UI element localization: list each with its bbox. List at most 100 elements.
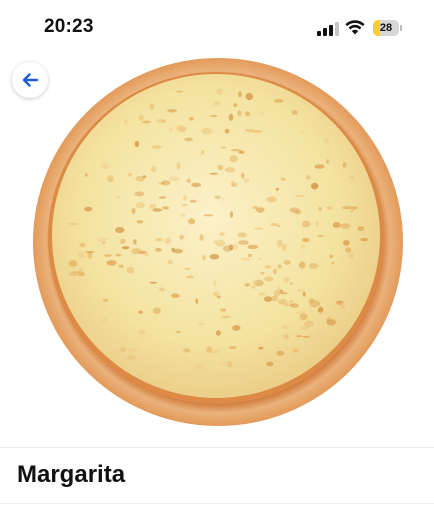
cheese-spot <box>230 148 242 152</box>
cheese-spot <box>237 232 247 238</box>
cheese-spot <box>201 149 205 155</box>
cheese-spot <box>209 172 219 175</box>
cheese-spot <box>277 298 288 305</box>
cheese-spot <box>283 260 291 265</box>
cheese-spot <box>330 261 335 265</box>
cheese-spot <box>152 307 161 314</box>
cheese-spot <box>299 313 308 321</box>
cheese-spot <box>199 234 204 241</box>
cheese-spot <box>302 335 311 338</box>
cheese-spot <box>360 237 369 242</box>
cheese-spot <box>176 331 181 333</box>
cheese-spot <box>217 164 224 171</box>
cheese-spot <box>77 251 86 259</box>
cheese-spot <box>167 109 178 113</box>
wifi-icon <box>345 20 365 35</box>
cheese-spot <box>137 329 146 336</box>
back-button[interactable] <box>12 62 48 98</box>
cheese-spot <box>203 214 214 217</box>
cheese-spot <box>201 127 213 135</box>
cheese-spot <box>96 237 108 242</box>
cheese-spot <box>144 252 149 257</box>
cheese-spot <box>266 361 274 367</box>
cheese-spot <box>299 131 304 134</box>
cheese-spot <box>131 248 142 255</box>
cheese-spot <box>224 128 230 134</box>
cheese-spot <box>233 103 238 108</box>
cheese-spot <box>283 276 290 283</box>
cheese-spot <box>202 254 206 261</box>
cheese-spot <box>72 271 81 274</box>
cheese-spot <box>342 162 347 168</box>
cheese-spot <box>209 253 220 260</box>
cheese-spot <box>175 90 184 93</box>
cheese-spot <box>264 276 274 282</box>
cheese-spot <box>238 240 249 245</box>
cheese-spot <box>179 235 185 240</box>
cheese-spot <box>318 311 329 316</box>
cheese-spot <box>159 287 165 292</box>
cheese-spot <box>156 118 167 123</box>
battery-body: 28 <box>373 20 399 36</box>
cheese-spot <box>237 110 242 117</box>
status-bar: 20:23 28 <box>0 0 434 56</box>
cheese-spot <box>169 126 173 133</box>
cheese-spot <box>185 275 195 279</box>
cheese-spot <box>138 310 144 314</box>
cheese-spot <box>296 335 302 338</box>
cheese-spot <box>332 222 341 228</box>
cheese-spot <box>194 362 205 370</box>
cheese-spot <box>106 260 117 266</box>
cheese-spot <box>172 248 184 254</box>
cheese-spot <box>128 172 133 177</box>
cheese-spot <box>340 302 346 309</box>
battery-nub <box>400 25 402 31</box>
cheese-spot <box>308 262 319 269</box>
cheese-spot <box>244 283 250 287</box>
cheese-spot <box>151 165 157 173</box>
cheese-spot <box>164 237 172 244</box>
cheese-spot <box>134 140 140 148</box>
cheese-spot <box>181 203 188 207</box>
cheese-spot <box>206 346 212 353</box>
cheese-spot <box>168 176 180 181</box>
cheese-spot <box>123 119 128 125</box>
cheese-spot <box>256 207 265 213</box>
cheese-spot <box>186 178 191 184</box>
cheese-spot <box>85 251 95 253</box>
cheese-spot <box>152 208 163 212</box>
divider <box>0 447 434 448</box>
cheese-spot <box>158 196 167 199</box>
cheese-spot <box>274 99 284 103</box>
cheese-spot <box>155 238 163 242</box>
cheese-spot <box>116 196 121 199</box>
cheese-spot <box>305 175 311 180</box>
cheese-spot <box>220 308 227 312</box>
cheese-spot <box>214 195 221 199</box>
cheese-spot <box>229 211 234 218</box>
cheese-spot <box>297 289 304 292</box>
cheese-spot <box>348 252 354 259</box>
cheese-spot <box>188 218 196 225</box>
cheese-spot <box>314 164 325 169</box>
arrow-left-icon <box>22 73 39 87</box>
cheese-spot <box>247 253 253 258</box>
cheese-spot <box>263 296 273 302</box>
cheese-spot <box>126 355 137 361</box>
cheese-spot <box>133 239 137 245</box>
divider-bottom <box>0 503 434 504</box>
cheese-spot <box>302 237 310 243</box>
cheese-spot <box>183 195 188 201</box>
cheese-spot <box>126 266 135 274</box>
cheese-spot <box>325 159 330 164</box>
cheese-spot <box>136 220 144 224</box>
cheese-spot <box>277 264 282 269</box>
cheese-spot <box>266 196 277 203</box>
cheese-spot <box>79 242 86 248</box>
cheese-spot <box>348 175 355 179</box>
cheese-spot <box>154 248 162 252</box>
cheese-spot <box>238 150 245 154</box>
cheese-spot <box>294 195 306 198</box>
cheese-spot <box>257 257 263 260</box>
cheese-spot <box>283 334 290 339</box>
